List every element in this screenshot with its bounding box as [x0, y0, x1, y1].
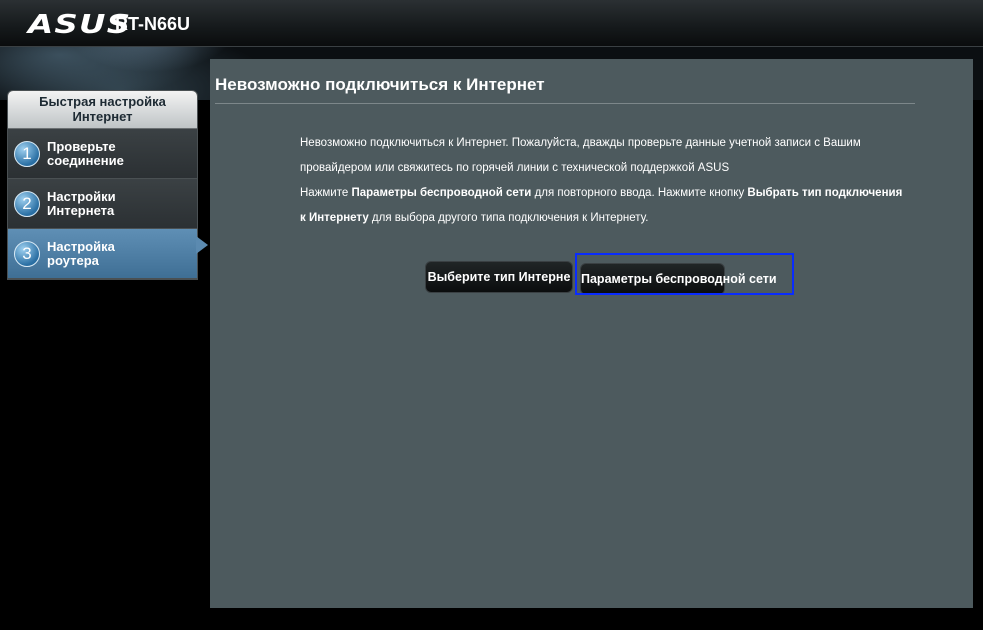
step-label: Настройка роутера [47, 240, 115, 268]
step-label-line1: Проверьте [47, 139, 116, 154]
step-label: Проверьте соединение [47, 140, 124, 168]
step-label-line2: Интернета [47, 203, 115, 218]
text-segment: для выбора другого типа подключения к Ин… [368, 212, 649, 224]
model-name: RT-N66U [115, 14, 191, 34]
bold-segment: Параметры беспроводной сети [351, 187, 532, 199]
main-panel: Невозможно подключиться к Интернет Невоз… [210, 59, 973, 608]
text-segment: Нажмите [300, 187, 352, 199]
top-bar: ASUS RT-N66U [0, 0, 983, 47]
focus-highlight [575, 253, 794, 295]
message-line-3: Нажмите Параметры беспроводной сети для … [300, 181, 940, 206]
message-line-1: Невозможно подключиться к Интернет. Пожа… [300, 137, 861, 149]
step-internet-settings[interactable]: 2 Настройки Интернета [8, 179, 197, 229]
message-line-4: к Интернету для выбора другого типа подк… [300, 206, 940, 231]
bold-segment: к Интернету [300, 212, 369, 224]
step-label-line2: роутера [47, 253, 99, 268]
message-line-2: провайдером или свяжитесь по горячей лин… [300, 162, 730, 174]
bold-segment: Выбрать тип подключения [747, 187, 903, 199]
step-label-line1: Настройки [47, 189, 116, 204]
text-segment: для повторного ввода. Нажмите кнопку [531, 187, 748, 199]
active-step-arrow-icon [196, 236, 208, 254]
error-message: Невозможно подключиться к Интернет. Пожа… [300, 131, 940, 231]
sidebar-title: Быстрая настройка Интернет [8, 91, 197, 129]
title-divider [215, 103, 915, 104]
step-label: Настройки Интернета [47, 190, 116, 218]
step-number-icon: 2 [14, 191, 40, 217]
step-check-connection[interactable]: 1 Проверьте соединение [8, 129, 197, 179]
step-number-icon: 3 [14, 241, 40, 267]
step-label-line2: соединение [47, 153, 124, 168]
page-title: Невозможно подключиться к Интернет [215, 75, 545, 94]
quick-setup-sidebar: Быстрая настройка Интернет 1 Проверьте с… [7, 90, 198, 280]
step-router-setup[interactable]: 3 Настройка роутера [8, 229, 197, 279]
select-connection-type-button[interactable]: Выберите тип Интерне [425, 261, 573, 293]
step-label-line1: Настройка [47, 239, 115, 254]
step-number-icon: 1 [14, 141, 40, 167]
